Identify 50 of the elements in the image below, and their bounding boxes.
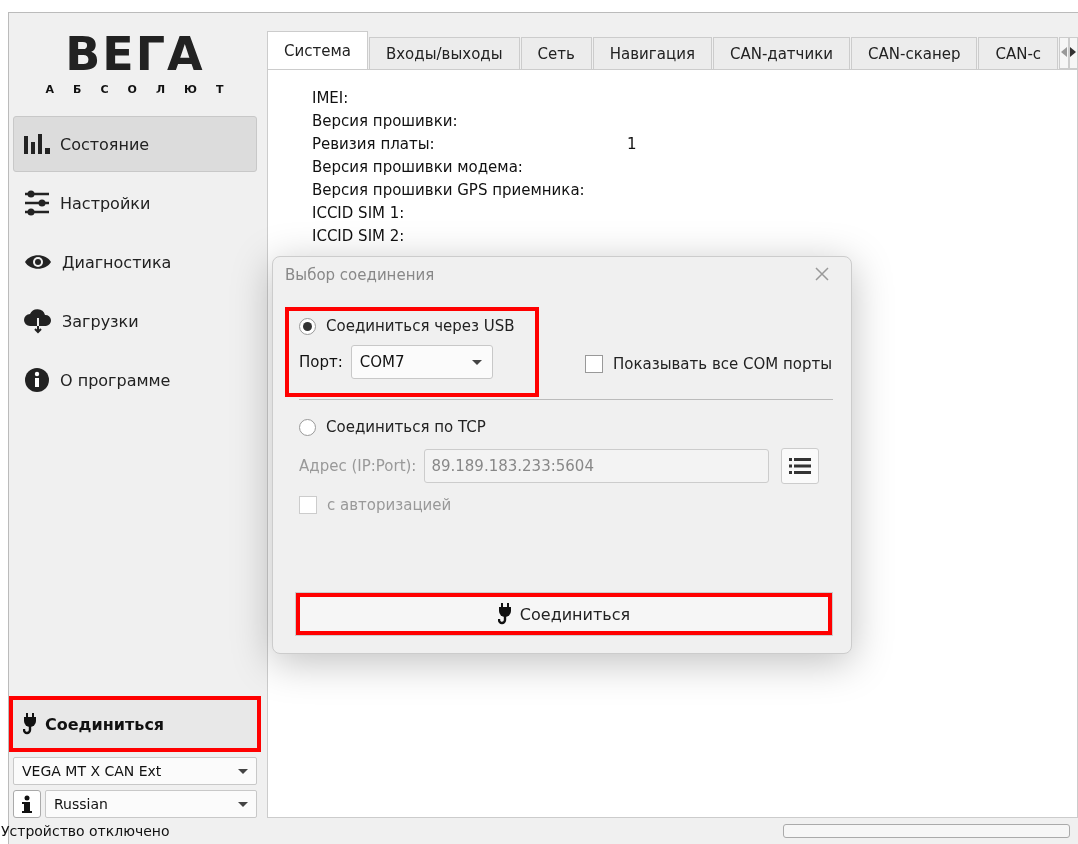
device-dropdown[interactable]: VEGA MT X CAN Ext: [13, 757, 257, 785]
caret-icon: [238, 768, 248, 774]
info-label: Версия прошивки:: [312, 111, 459, 130]
info-label: Ревизия платы:: [312, 134, 436, 153]
logo: ВЕГА: [65, 31, 205, 77]
address-label: Адрес (IP:Port):: [299, 457, 417, 475]
plug-icon: [23, 713, 37, 735]
info-label: IMEI:: [312, 88, 350, 107]
show-all-ports-checkbox[interactable]: Показывать все COM порты: [585, 355, 833, 373]
status-text: Устройство отключено: [1, 823, 170, 839]
port-label: Порт:: [299, 353, 343, 371]
info-label: ICCID SIM 1:: [312, 203, 406, 222]
sidebar-item[interactable]: Настройки: [13, 175, 257, 231]
info-label: Версия прошивки модема:: [312, 157, 524, 176]
cloud-download-icon: [24, 308, 52, 334]
tab[interactable]: Навигация: [592, 37, 712, 69]
bar-chart-icon: [24, 134, 50, 154]
tab[interactable]: Сеть: [520, 37, 592, 69]
close-icon: [815, 266, 829, 281]
sidebar-item[interactable]: Диагностика: [13, 234, 257, 290]
logo-subtitle: АБСОЛЮТ: [45, 83, 243, 96]
scroll-right-button[interactable]: [1068, 37, 1078, 69]
plug-icon: [497, 603, 512, 625]
port-dropdown[interactable]: COM7: [350, 345, 493, 379]
tab[interactable]: CAN-датчики: [712, 37, 851, 69]
sidebar-item[interactable]: Состояние: [13, 116, 257, 172]
tab[interactable]: CAN-сканер: [851, 37, 978, 69]
dialog-title: Выбор соединения: [285, 266, 435, 284]
language-dropdown[interactable]: Russian: [45, 790, 257, 818]
sidebar-item[interactable]: О программе: [13, 352, 257, 408]
left-arrow-icon: [1060, 47, 1067, 57]
right-arrow-icon: [1070, 47, 1077, 57]
tab[interactable]: Входы/выходы: [368, 37, 520, 69]
info-button[interactable]: [13, 790, 41, 818]
sidebar-item[interactable]: Загрузки: [13, 293, 257, 349]
tab[interactable]: Система: [267, 31, 368, 69]
list-icon: [789, 458, 811, 474]
usb-radio[interactable]: Соединиться через USB: [299, 317, 515, 335]
sliders-icon: [24, 190, 50, 216]
info-icon: [21, 795, 33, 813]
info-label: Версия прошивки GPS приемника:: [312, 180, 586, 199]
caret-icon: [471, 359, 482, 365]
info-value: 1: [627, 134, 637, 153]
info-icon: [24, 367, 50, 393]
connect-button[interactable]: Соединиться: [295, 592, 833, 636]
caret-icon: [238, 801, 248, 807]
tab[interactable]: CAN-с: [978, 37, 1059, 69]
connect-button[interactable]: Соединиться: [9, 696, 261, 752]
info-label: ICCID SIM 2:: [312, 226, 406, 245]
eye-icon: [24, 253, 52, 271]
